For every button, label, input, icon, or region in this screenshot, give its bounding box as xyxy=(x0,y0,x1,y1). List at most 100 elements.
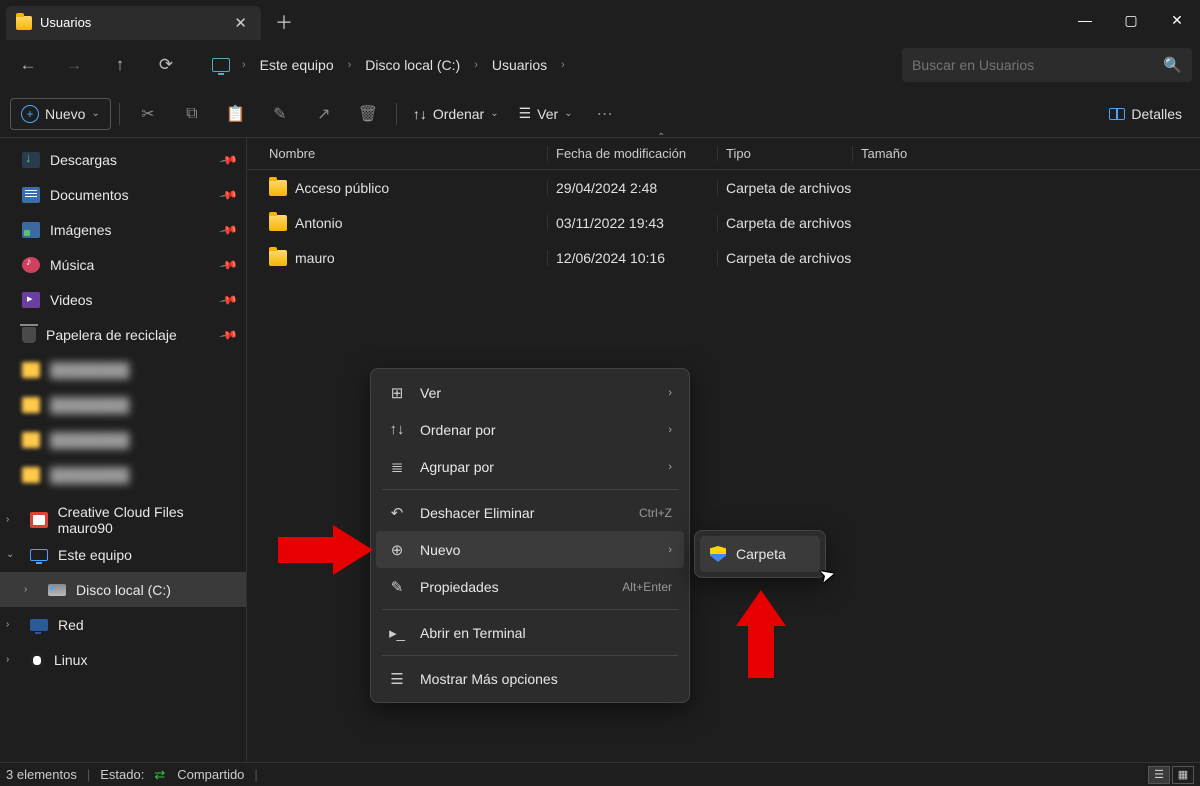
sort-button[interactable]: ↑↓ Ordenar ⌄ xyxy=(405,98,507,130)
col-date[interactable]: Fecha de modificación xyxy=(547,146,717,161)
sidebar-tree-item[interactable]: › Creative Cloud Files mauro90 xyxy=(0,502,246,537)
breadcrumb-segment[interactable]: Este equipo xyxy=(252,53,342,77)
context-item[interactable]: ↑↓ Ordenar por › xyxy=(376,411,684,448)
annotation-arrow-up xyxy=(736,590,786,681)
sidebar-item[interactable]: ████████ xyxy=(0,457,246,492)
pin-icon[interactable]: 📌 xyxy=(218,184,238,204)
expand-icon[interactable]: › xyxy=(6,619,18,630)
context-item[interactable]: ✎ Propiedades Alt+Enter xyxy=(376,568,684,605)
folder-icon xyxy=(22,397,40,413)
context-item[interactable]: ≣ Agrupar por › xyxy=(376,448,684,485)
search-icon[interactable]: 🔍 xyxy=(1163,56,1182,74)
sidebar-item[interactable]: Descargas 📌 xyxy=(0,142,246,177)
row-type: Carpeta de archivos xyxy=(717,180,852,196)
chevron-right-icon[interactable]: › xyxy=(346,59,354,71)
minimize-button[interactable]: ― xyxy=(1062,0,1108,40)
share-button[interactable]: ↗ xyxy=(304,98,344,130)
sidebar-label: Papelera de reciclaje xyxy=(46,327,177,343)
chevron-right-icon[interactable]: › xyxy=(559,59,567,71)
new-button[interactable]: + Nuevo ⌄ xyxy=(10,98,111,130)
menu-icon: ☰ xyxy=(388,670,406,688)
this-pc-icon[interactable] xyxy=(212,58,230,72)
view-button[interactable]: ☰ Ver ⌄ xyxy=(511,98,581,130)
sidebar-item[interactable]: Música 📌 xyxy=(0,247,246,282)
video-icon xyxy=(22,292,40,308)
sidebar-item[interactable]: ████████ xyxy=(0,352,246,387)
cut-button[interactable]: ✂ xyxy=(128,98,168,130)
folder-icon xyxy=(22,432,40,448)
sidebar-label: ████████ xyxy=(50,397,129,413)
col-type[interactable]: Tipo xyxy=(717,146,852,161)
monitor-icon xyxy=(30,549,48,561)
details-pane-button[interactable]: Detalles xyxy=(1101,98,1190,130)
sidebar: Descargas 📌 Documentos 📌 Imágenes 📌 Músi… xyxy=(0,138,247,762)
sidebar-item[interactable]: Videos 📌 xyxy=(0,282,246,317)
sidebar-tree-item[interactable]: › Disco local (C:) xyxy=(0,572,246,607)
submenu-item-carpeta[interactable]: Carpeta xyxy=(700,536,820,572)
menu-label: Ver xyxy=(420,385,441,401)
forward-button[interactable]: → xyxy=(54,47,94,83)
file-row[interactable]: Acceso público 29/04/2024 2:48 Carpeta d… xyxy=(247,170,1200,205)
folder-icon xyxy=(269,215,287,231)
state-value: Compartido xyxy=(177,767,244,782)
sidebar-item[interactable]: Documentos 📌 xyxy=(0,177,246,212)
rename-button[interactable]: ✎ xyxy=(260,98,300,130)
menu-label: Propiedades xyxy=(420,579,499,595)
sidebar-item[interactable]: Papelera de reciclaje 📌 xyxy=(0,317,246,352)
context-item[interactable]: ▸_ Abrir en Terminal xyxy=(376,614,684,651)
sidebar-tree-item[interactable]: ⌄ Este equipo xyxy=(0,537,246,572)
sidebar-item[interactable]: Imágenes 📌 xyxy=(0,212,246,247)
expand-icon[interactable]: › xyxy=(6,654,18,665)
menu-separator xyxy=(382,489,678,490)
sidebar-tree-item[interactable]: › Linux xyxy=(0,642,246,677)
file-row[interactable]: mauro 12/06/2024 10:16 Carpeta de archiv… xyxy=(247,240,1200,275)
chevron-right-icon[interactable]: › xyxy=(472,59,480,71)
expand-icon[interactable]: › xyxy=(6,514,18,525)
sidebar-item[interactable]: ████████ xyxy=(0,422,246,457)
refresh-button[interactable]: ⟳ xyxy=(146,47,186,83)
pin-icon[interactable]: 📌 xyxy=(218,254,238,274)
state-label: Estado: xyxy=(100,767,144,782)
col-name[interactable]: Nombre xyxy=(247,146,547,161)
close-button[interactable]: ✕ xyxy=(1154,0,1200,40)
search-input[interactable] xyxy=(912,57,1163,73)
context-item[interactable]: ⊞ Ver › xyxy=(376,374,684,411)
file-row[interactable]: Antonio 03/11/2022 19:43 Carpeta de arch… xyxy=(247,205,1200,240)
pin-icon[interactable]: 📌 xyxy=(218,289,238,309)
breadcrumb-segment[interactable]: Disco local (C:) xyxy=(357,53,468,77)
breadcrumb[interactable]: › Este equipo › Disco local (C:) › Usuar… xyxy=(200,48,888,82)
context-item[interactable]: ↶ Deshacer Eliminar Ctrl+Z xyxy=(376,494,684,531)
expand-icon[interactable]: › xyxy=(24,584,36,595)
breadcrumb-segment[interactable]: Usuarios xyxy=(484,53,555,77)
row-date: 03/11/2022 19:43 xyxy=(547,215,717,231)
close-tab-icon[interactable]: ✕ xyxy=(230,14,251,32)
back-button[interactable]: ← xyxy=(8,47,48,83)
more-button[interactable]: ⋯ xyxy=(585,98,625,130)
paste-button[interactable]: 📋 xyxy=(216,98,256,130)
menu-label: Agrupar por xyxy=(420,459,494,475)
view-details-button[interactable]: ☰ xyxy=(1148,766,1170,784)
view-thumbnails-button[interactable]: ▦ xyxy=(1172,766,1194,784)
sidebar-tree-item[interactable]: › Red xyxy=(0,607,246,642)
pin-icon[interactable]: 📌 xyxy=(218,149,238,169)
tab-usuarios[interactable]: Usuarios ✕ xyxy=(6,6,261,40)
col-size[interactable]: Tamaño xyxy=(852,146,947,161)
pin-icon[interactable]: 📌 xyxy=(218,219,238,239)
new-tab-button[interactable]: ＋ xyxy=(261,9,307,35)
sidebar-label: Descargas xyxy=(50,152,117,168)
context-item[interactable]: ⊕ Nuevo › xyxy=(376,531,684,568)
chevron-right-icon: › xyxy=(668,424,672,436)
menu-icon: ▸_ xyxy=(388,624,406,642)
copy-button[interactable]: ⧉ xyxy=(172,98,212,130)
sidebar-item[interactable]: ████████ xyxy=(0,387,246,422)
window-controls: ― ▢ ✕ xyxy=(1062,0,1200,40)
search-box[interactable]: 🔍 xyxy=(902,48,1192,82)
pin-icon[interactable]: 📌 xyxy=(218,324,238,344)
delete-button[interactable]: 🗑 xyxy=(348,98,388,130)
up-button[interactable]: ↑ xyxy=(100,47,140,83)
context-item[interactable]: ☰ Mostrar Más opciones xyxy=(376,660,684,697)
expand-icon[interactable]: ⌄ xyxy=(6,549,18,560)
plus-icon: + xyxy=(21,105,39,123)
chevron-right-icon[interactable]: › xyxy=(240,59,248,71)
maximize-button[interactable]: ▢ xyxy=(1108,0,1154,40)
